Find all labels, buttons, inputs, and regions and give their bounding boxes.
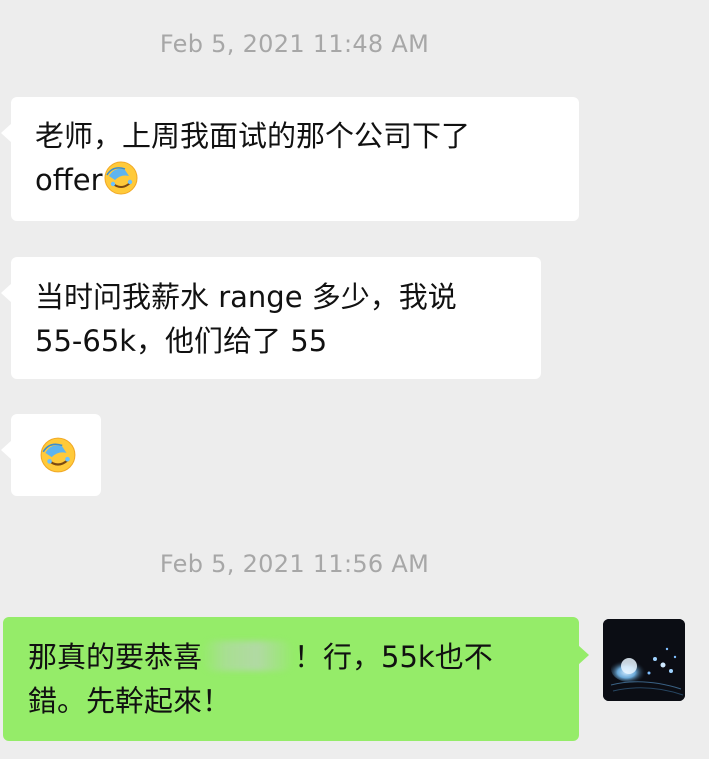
message-text-line: 老师，上周我面试的那个公司下了 [35,119,471,153]
chat-view: Feb 5, 2021 11:48 AM 老师，上周我面试的那个公司下了 off… [0,0,709,759]
message-timestamp: Feb 5, 2021 11:56 AM [159,550,430,578]
message-text-line: 那真的要恭喜 ！行，55k也不 [28,635,579,679]
incoming-message-bubble[interactable] [1,414,101,496]
user-avatar[interactable] [603,619,685,701]
incoming-message-bubble[interactable]: 当时问我薪水 range 多少，我说 55-65k，他们给了 55 [1,257,541,379]
message-timestamp: Feb 5, 2021 11:48 AM [159,30,430,58]
incoming-message-bubble[interactable]: 老师，上周我面试的那个公司下了 offer [1,97,579,221]
message-text-line: 錯。先幹起來！ [28,684,232,718]
message-text-line: offer [35,158,555,202]
message-text-line: 当时问我薪水 range 多少，我说 [35,280,457,314]
message-text-fragment: offer [35,163,103,197]
face-palm-crying-emoji-icon [40,437,76,473]
message-text-fragment: 那真的要恭喜 [28,640,203,674]
avatar-image [603,619,685,701]
message-text-fragment: ！行，55k也不 [294,640,493,674]
redacted-name-blur [202,641,295,671]
face-palm-crying-emoji-icon [104,161,137,195]
message-text-line: 55-65k，他们给了 55 [35,324,328,358]
outgoing-message-bubble[interactable]: 那真的要恭喜 ！行，55k也不 錯。先幹起來！ [3,617,589,741]
